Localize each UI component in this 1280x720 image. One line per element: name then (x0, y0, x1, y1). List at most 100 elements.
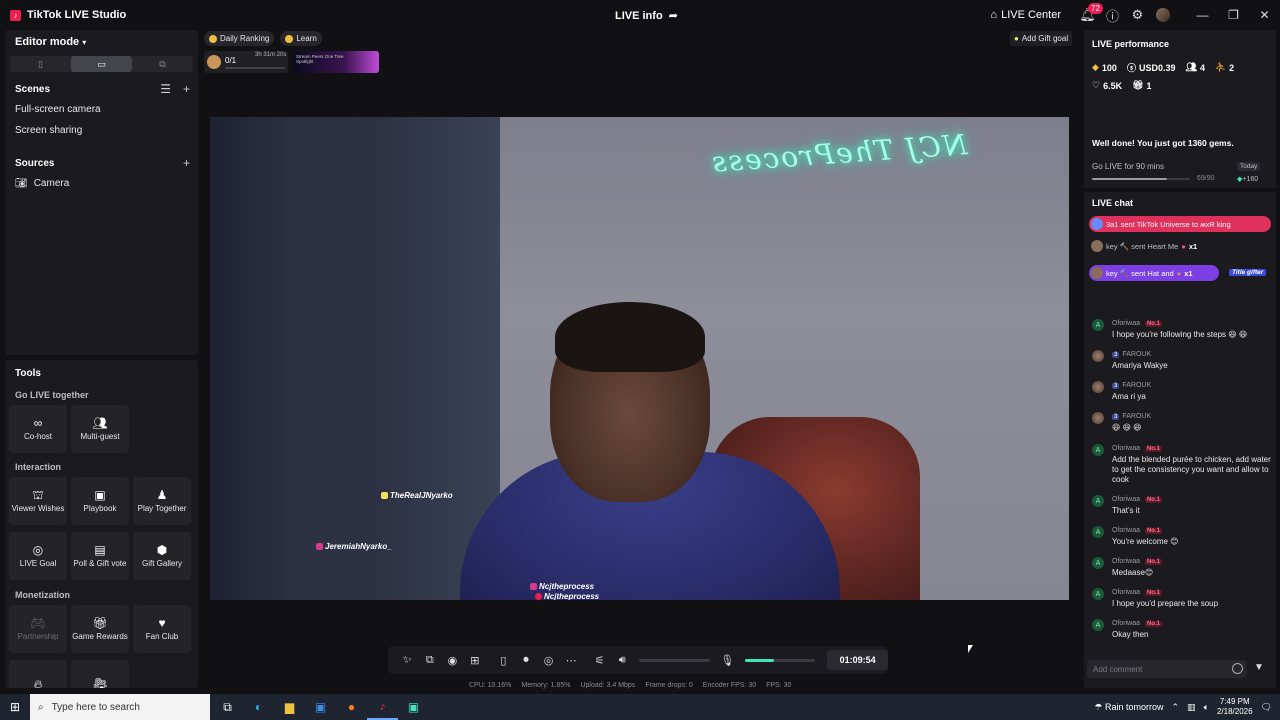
usd-value: USD0.39 (1138, 62, 1176, 73)
learn-chip[interactable]: Learn (280, 31, 322, 46)
dual-option[interactable]: ⧉ (132, 56, 193, 72)
chat-username[interactable]: FAROUK (1122, 413, 1151, 420)
partnership-button[interactable]: 🎮︎ Partnership (9, 605, 67, 653)
live-info-button[interactable]: LIVE info ➦ (615, 9, 678, 23)
effects-button[interactable]: ✨︎ (396, 646, 419, 674)
camera-preview[interactable]: NCJ TheProcess TheRealJNyarko JeremiahNy… (210, 117, 1069, 600)
add-source-icon[interactable]: + (183, 156, 190, 170)
video-tool-button[interactable]: 🎥︎ (71, 660, 129, 688)
background-curtain (210, 117, 500, 600)
layout-button[interactable]: ⧉ (419, 646, 442, 674)
obs-app[interactable]: ▣ (398, 694, 429, 720)
promo-banner[interactable]: Stream Peers One Tree Spotlight (293, 51, 379, 73)
help-button[interactable]: ⓘ (1100, 0, 1125, 30)
chat-username[interactable]: Oforiwaa ︎ (1112, 589, 1142, 596)
mouse-cursor-icon (968, 645, 973, 653)
scene-item-full-screen-camera[interactable]: Full-screen camera (15, 104, 101, 115)
maximize-button[interactable]: ❐ (1218, 0, 1249, 30)
firefox-app[interactable]: ● (336, 694, 367, 720)
record-button[interactable]: ⏺ (515, 646, 538, 674)
source-item-camera[interactable]: 📷︎ Camera (15, 178, 69, 189)
more-button[interactable]: ⋯ (560, 646, 583, 674)
chat-text: Add the blended purée to chicken, add wa… (1112, 455, 1271, 484)
clock-date: 2/18/2026 (1216, 707, 1253, 716)
phone-mode-button[interactable]: ▯ (492, 646, 515, 674)
file-explorer-app[interactable]: ▆ (274, 694, 305, 720)
close-button[interactable]: ✕ (1249, 0, 1280, 30)
edge-app[interactable]: ◐ (243, 694, 274, 720)
level-badge: 3 (1112, 382, 1120, 389)
playbook-button[interactable]: ▣ Playbook (71, 477, 129, 525)
live-info-label: LIVE info (615, 9, 663, 22)
task-reward: ◆+160 (1237, 175, 1258, 183)
chat-username[interactable]: Oforiwaa ︎ (1112, 320, 1142, 327)
add-gift-goal-button[interactable]: ● Add Gift goal (1010, 31, 1073, 46)
play-together-button[interactable]: ♟ Play Together (133, 477, 191, 525)
gift-hat-icon: ● (1176, 268, 1182, 278)
stream-controls: ✨︎ ⧉ ◉ ⊞ ▯ ⏺ ◎ ⋯ ⚟ 🔊︎ 🎙︎ 01:09:54 (388, 646, 888, 674)
overlay-tag: Ncjtheprocess (530, 582, 594, 591)
scene-item-screen-sharing[interactable]: Screen sharing (15, 125, 82, 136)
users-icon: 👥︎ (92, 416, 108, 430)
chat-username[interactable]: FAROUK (1122, 382, 1151, 389)
multiguest-button[interactable]: 👥︎ Multi-guest (71, 405, 129, 453)
chat-username[interactable]: Oforiwaa ︎ (1112, 527, 1142, 534)
audio-settings-button[interactable]: ⚟ (588, 646, 611, 674)
diamonds-stat: ◆ 100 (1092, 61, 1117, 74)
taskbar-search[interactable]: ⌕ Type here to search (30, 694, 210, 720)
volume-icon[interactable]: 🔈︎ (1204, 702, 1209, 713)
live-record-button[interactable]: ◎ (537, 646, 560, 674)
weather-widget[interactable]: ☂ Rain tomorrow (1094, 702, 1163, 713)
add-scene-icon[interactable]: + (183, 82, 190, 96)
avatar (1091, 267, 1103, 279)
chat-username[interactable]: FAROUK (1122, 351, 1151, 358)
level-badge: 3 (1112, 351, 1120, 358)
chat-text: I hope you'd prepare the soup (1112, 599, 1219, 608)
emoji-icon[interactable] (1232, 663, 1243, 674)
filter-icon[interactable]: ▼ (1254, 662, 1264, 673)
live-center-button[interactable]: ⌂ LIVE Center (990, 9, 1061, 21)
flame-tool-button[interactable]: 🔥︎ (9, 660, 67, 688)
portrait-option[interactable]: ▯ (10, 56, 71, 72)
profile-button[interactable] (1150, 0, 1175, 30)
editor-mode-dropdown[interactable]: Editor mode ▾ (15, 36, 86, 48)
chat-username[interactable]: Oforiwaa ︎ (1112, 558, 1142, 565)
chevron-up-icon[interactable]: ⌃ (1172, 702, 1180, 713)
landscape-option[interactable]: ▭ (71, 56, 132, 72)
banner-text: Stream Peers One Tree Spotlight (296, 54, 344, 64)
fan-club-button[interactable]: ♥ Fan Club (133, 605, 191, 653)
add-media-button[interactable]: ⊞ (464, 646, 487, 674)
chat-username[interactable]: Oforiwaa ︎ (1112, 620, 1142, 627)
daily-ranking-chip[interactable]: Daily Ranking (204, 31, 275, 46)
rank-badge: No.1 (1144, 320, 1162, 327)
screenshot-button[interactable]: ◉ (441, 646, 464, 674)
network-icon[interactable]: ▥ (1187, 702, 1196, 713)
start-button[interactable]: ⊞ (0, 694, 30, 720)
poll-gift-vote-button[interactable]: ▤ Poll & Gift vote (71, 532, 129, 580)
viewer-wishes-button[interactable]: ⛫ Viewer Wishes (9, 477, 67, 525)
minimize-button[interactable]: — (1187, 0, 1218, 30)
volume-slider[interactable] (639, 658, 711, 662)
chat-username[interactable]: Oforiwaa ︎ (1112, 496, 1142, 503)
mic-level-slider[interactable] (744, 658, 816, 662)
store-app[interactable]: ▣ (305, 694, 336, 720)
settings-button[interactable]: ⚙ (1125, 0, 1150, 30)
mic-button[interactable]: 🎙︎ (716, 646, 739, 674)
notification-center-icon[interactable]: 🗨︎ (1261, 702, 1272, 713)
flame-icon: 🔥︎ (33, 677, 43, 688)
comment-input[interactable]: Add comment (1087, 660, 1247, 678)
tiktok-live-studio-app[interactable]: ♪ (367, 694, 398, 720)
list-icon[interactable]: ☰ (160, 82, 171, 96)
live-goal-button[interactable]: ◎ LIVE Goal (9, 532, 67, 580)
overlay-tag: TheRealJNyarko (381, 491, 453, 500)
system-clock[interactable]: 7:49 PM 2/18/2026 (1217, 697, 1253, 717)
ranking-widget[interactable]: 0/1 3h 31m 20s (204, 51, 288, 73)
chat-username[interactable]: Oforiwaa ︎ (1112, 445, 1142, 452)
notifications-button[interactable]: 🔔︎ 72 (1075, 0, 1103, 30)
speaker-button[interactable]: 🔊︎ (611, 646, 634, 674)
gift-gallery-button[interactable]: ⬢ Gift Gallery (133, 532, 191, 580)
game-rewards-button[interactable]: 🎁︎ Game Rewards (71, 605, 129, 653)
task-view-button[interactable]: ⧉ (212, 694, 243, 720)
cohost-button[interactable]: ∞ Co-host (9, 405, 67, 453)
heart-icon: ♡ (1092, 80, 1101, 90)
